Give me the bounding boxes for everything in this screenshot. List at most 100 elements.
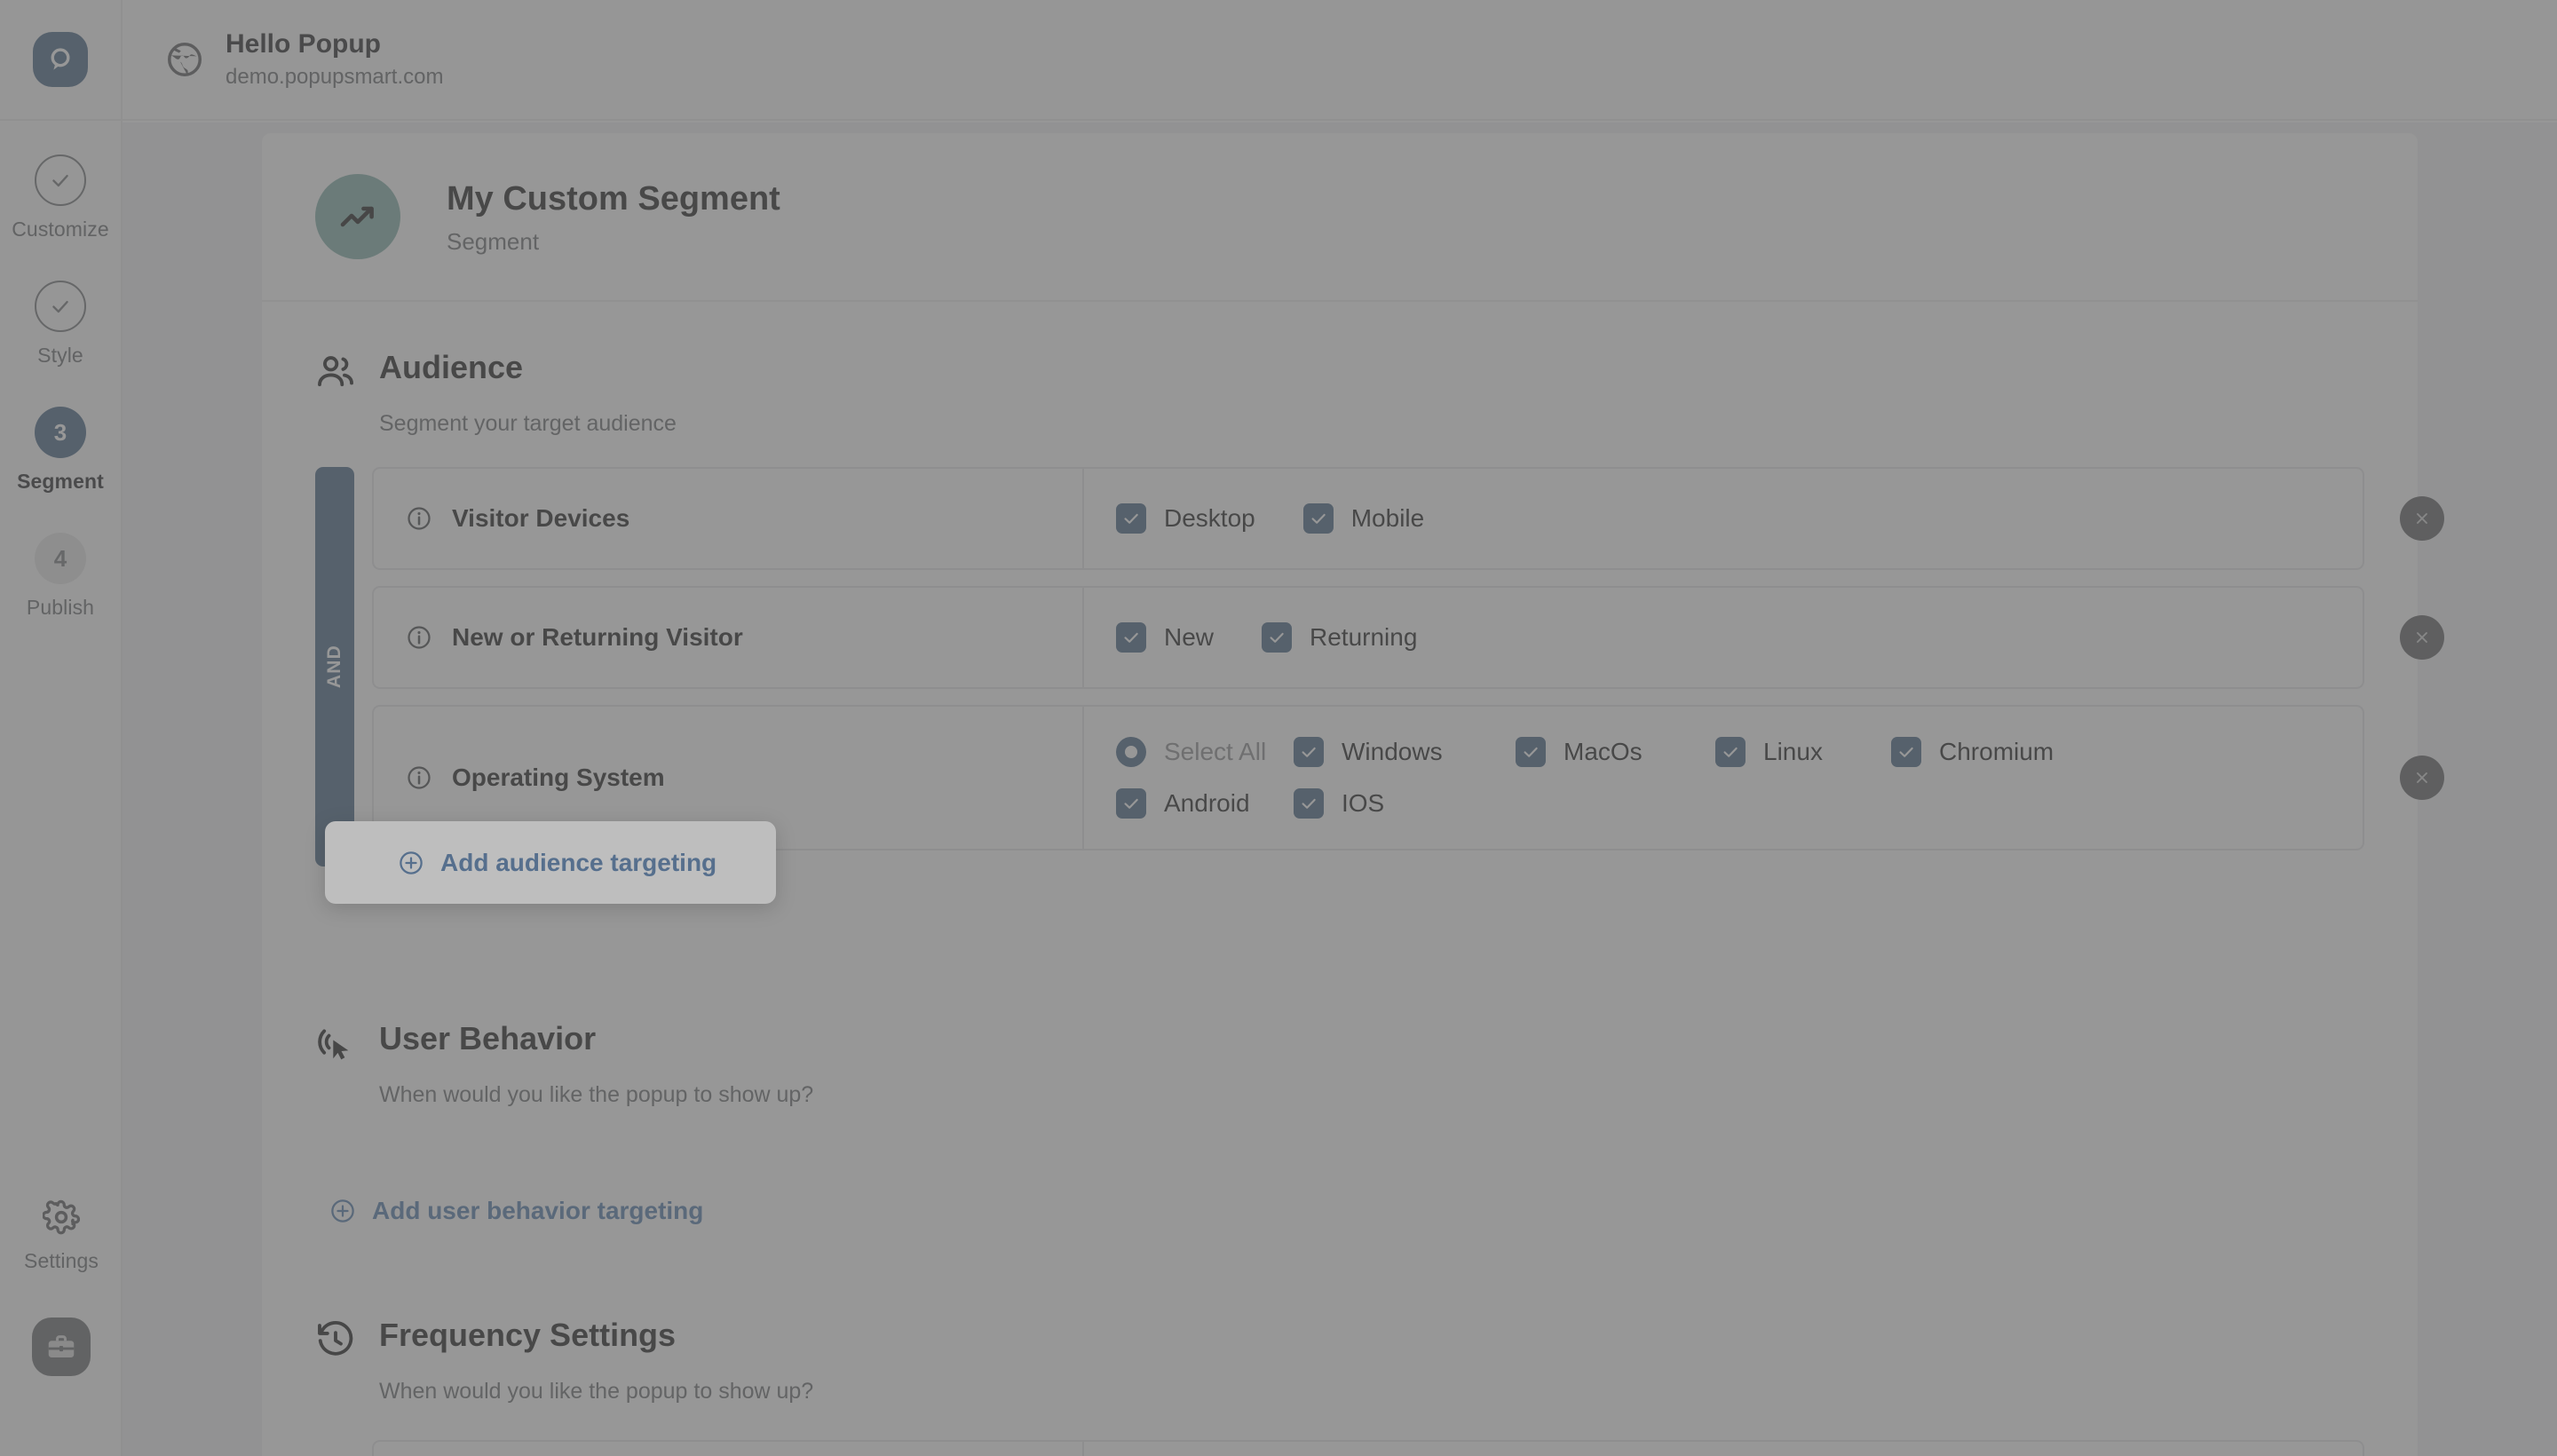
audience-title: Audience <box>379 349 524 385</box>
trending-up-icon <box>315 174 400 259</box>
option-macos[interactable]: MacOs <box>1516 726 1715 778</box>
audience-rule-group: AND Visitor Devices Desktop Mobile New o… <box>315 467 2444 866</box>
checkbox-checked-icon[interactable] <box>1715 737 1746 767</box>
remove-rule-button[interactable] <box>2400 496 2444 541</box>
plus-circle-icon <box>398 850 424 876</box>
checkbox-checked-icon[interactable] <box>1116 622 1146 653</box>
option-label: Returning <box>1310 623 1418 651</box>
and-operator-bar[interactable]: AND <box>315 467 354 866</box>
checkbox-checked-icon[interactable] <box>1891 737 1921 767</box>
audience-description: Segment your target audience <box>379 411 677 436</box>
rule-label-cell: Visitor Devices <box>374 469 1084 568</box>
briefcase-icon[interactable] <box>32 1318 91 1376</box>
sidebar-step-segment[interactable]: 3 Segment <box>0 407 121 494</box>
option-label: Linux <box>1763 738 1823 765</box>
content-area: My Custom Segment Segment Audience Segme… <box>123 123 2557 1456</box>
checkbox-checked-icon[interactable] <box>1516 737 1546 767</box>
popupsmart-logo-icon[interactable] <box>33 32 88 87</box>
segment-title: My Custom Segment <box>447 179 780 218</box>
rule-options-cell: Select All Windows MacOs Linux Chromium … <box>1084 707 2363 849</box>
site-url: demo.popupsmart.com <box>226 65 444 90</box>
audience-header: Audience <box>315 302 2364 397</box>
audience-rule-list: Visitor Devices Desktop Mobile New or Re… <box>372 467 2444 866</box>
info-icon[interactable] <box>406 505 432 532</box>
option-desktop[interactable]: Desktop <box>1116 493 1255 544</box>
sidebar-step-label-publish: Publish <box>26 596 95 619</box>
segment-subtitle: Segment <box>447 228 540 256</box>
frequency-title: Frequency Settings <box>379 1317 677 1353</box>
frequency-settings-section: Frequency Settings When would you like t… <box>262 1270 2418 1456</box>
radio-selected-icon[interactable] <box>1116 737 1146 767</box>
sidebar: Customize Style 3 Segment 4 Publish Sett… <box>0 0 123 1456</box>
option-select-all[interactable]: Select All <box>1116 726 1294 778</box>
rule-label-cell: Display Frequency <box>374 1442 1084 1456</box>
option-label: Chromium <box>1939 738 2054 765</box>
option-label: Select All <box>1164 738 1267 765</box>
option-label: Windows <box>1342 738 1443 765</box>
add-audience-targeting-card[interactable]: Add audience targeting <box>325 821 776 904</box>
user-behavior-section: User Behavior When would you like the po… <box>262 973 2418 1229</box>
topbar: Hello Popup demo.popupsmart.com <box>123 0 2557 121</box>
option-windows[interactable]: Windows <box>1294 726 1516 778</box>
option-android[interactable]: Android <box>1116 778 1294 829</box>
table-row: New or Returning Visitor New Returning <box>372 586 2444 689</box>
segment-header: My Custom Segment Segment <box>262 133 2418 302</box>
add-user-behavior-targeting-label: Add user behavior targeting <box>372 1197 704 1224</box>
option-returning[interactable]: Returning <box>1262 612 1417 663</box>
plus-circle-icon <box>329 1198 356 1224</box>
user-behavior-title: User Behavior <box>379 1020 597 1056</box>
remove-rule-button[interactable] <box>2400 615 2444 660</box>
step-marker-customize <box>35 154 86 206</box>
gear-icon <box>42 1199 81 1240</box>
frequency-description: When would you like the popup to show up… <box>379 1379 814 1404</box>
info-icon[interactable] <box>406 624 432 651</box>
segment-panel: My Custom Segment Segment Audience Segme… <box>262 133 2444 1456</box>
step-marker-segment: 3 <box>35 407 86 458</box>
option-ios[interactable]: IOS <box>1294 778 1384 829</box>
user-behavior-description: When would you like the popup to show up… <box>379 1082 814 1107</box>
option-label: MacOs <box>1563 738 1643 765</box>
add-user-behavior-targeting-button[interactable]: Add user behavior targeting <box>329 1197 703 1225</box>
display-frequency-select[interactable]: Display on every page view <box>1084 1442 2363 1456</box>
rule-name: Operating System <box>452 764 665 791</box>
option-linux[interactable]: Linux <box>1715 726 1891 778</box>
checkbox-checked-icon[interactable] <box>1294 788 1324 819</box>
brand-area <box>0 0 121 121</box>
frequency-header: Frequency Settings <box>315 1270 2364 1365</box>
remove-rule-button[interactable] <box>2400 756 2444 800</box>
sidebar-item-settings[interactable]: Settings <box>0 1199 123 1273</box>
sidebar-step-customize[interactable]: Customize <box>0 154 121 241</box>
rule-options-cell: New Returning <box>1084 588 2363 687</box>
cursor-click-icon <box>315 1019 356 1068</box>
table-row: Display Frequency Display on every page … <box>372 1440 2364 1456</box>
rule-label-cell: New or Returning Visitor <box>374 588 1084 687</box>
step-marker-style <box>35 281 86 332</box>
add-audience-targeting-button[interactable]: Add audience targeting <box>398 849 716 877</box>
step-nav: Customize Style 3 Segment 4 Publish <box>0 121 121 620</box>
option-label: Desktop <box>1164 504 1255 532</box>
sidebar-step-publish[interactable]: 4 Publish <box>0 533 121 620</box>
checkbox-checked-icon[interactable] <box>1116 503 1146 534</box>
sidebar-settings-label: Settings <box>24 1249 99 1272</box>
option-new[interactable]: New <box>1116 612 1214 663</box>
sidebar-step-style[interactable]: Style <box>0 281 121 368</box>
checkbox-checked-icon[interactable] <box>1302 503 1334 534</box>
option-chromium[interactable]: Chromium <box>1891 726 2054 778</box>
sidebar-bottom: Settings <box>0 1199 123 1376</box>
option-mobile[interactable]: Mobile <box>1302 493 1425 544</box>
users-icon <box>315 348 356 397</box>
sidebar-step-label-segment: Segment <box>17 470 104 493</box>
sidebar-step-label-style: Style <box>37 344 83 367</box>
checkbox-checked-icon[interactable] <box>1294 737 1324 767</box>
info-icon[interactable] <box>406 764 432 791</box>
checkbox-checked-icon[interactable] <box>1262 622 1293 653</box>
option-label: Mobile <box>1350 504 1425 532</box>
frequency-rule-list: Display Frequency Display on every page … <box>372 1440 2364 1456</box>
option-label: IOS <box>1342 789 1385 817</box>
option-label: New <box>1164 623 1215 651</box>
checkbox-checked-icon[interactable] <box>1116 788 1146 819</box>
rule-name: Visitor Devices <box>452 504 630 532</box>
and-operator-label: AND <box>324 645 344 689</box>
close-icon <box>2417 632 2427 643</box>
step-marker-publish: 4 <box>35 533 86 584</box>
